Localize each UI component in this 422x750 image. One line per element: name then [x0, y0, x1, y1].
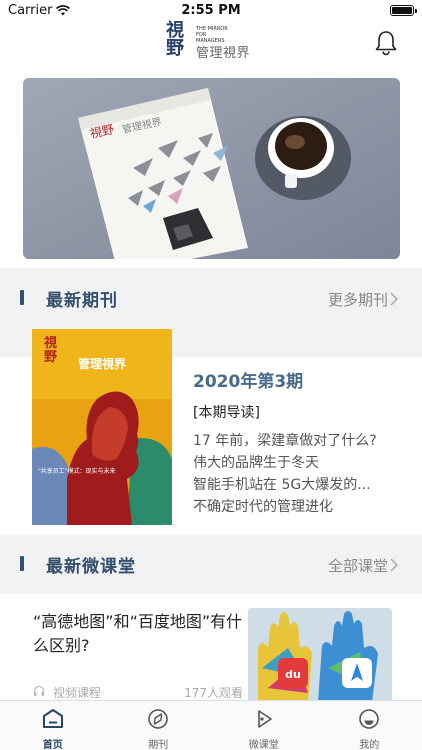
- app-logo: 視野 THE MIRROR FOR MANAGERS 管理視界: [166, 22, 262, 64]
- section-title: 最新期刊: [46, 291, 118, 311]
- hero-banner[interactable]: 視野 管理視界: [23, 78, 400, 259]
- issue-article[interactable]: 智能手机站在 5G大爆发的...: [193, 474, 403, 496]
- cover-logo-mark: 視野: [44, 336, 58, 365]
- micro-class-card[interactable]: “高德地图”和“百度地图”有什么区别? 视频课程 177人观看 du: [11, 594, 410, 702]
- class-title[interactable]: “高德地图”和“百度地图”有什么区别?: [33, 610, 243, 658]
- latest-issue-header: 最新期刊 更多期刊: [0, 276, 422, 320]
- chevron-right-icon[interactable]: [388, 557, 400, 573]
- tab-journal[interactable]: 期刊: [106, 701, 212, 750]
- class-thumbnail-image: du: [248, 608, 392, 702]
- svg-text:du: du: [285, 668, 301, 681]
- battery-icon: [390, 5, 417, 16]
- tab-micro-class[interactable]: 微课堂: [211, 701, 317, 750]
- section-marker: [20, 290, 24, 305]
- bell-icon[interactable]: [374, 30, 398, 56]
- chevron-right-icon[interactable]: [388, 291, 400, 307]
- status-bar: Carrier 2:55 PM: [0, 0, 422, 22]
- issue-title[interactable]: 2020年第3期: [193, 367, 403, 392]
- tab-home[interactable]: 首页: [0, 701, 106, 750]
- headphones-icon: [33, 685, 45, 696]
- section-marker: [20, 556, 24, 571]
- cover-logo-name: 管理視界: [78, 357, 127, 371]
- latest-class-header: 最新微课堂 全部课堂: [0, 542, 422, 586]
- latest-issue-card[interactable]: 視野 管理視界 "共享员工"模式：现实与未来 2020年第3期 [本期导读] 1…: [11, 329, 410, 535]
- clock: 2:55 PM: [181, 3, 241, 18]
- class-thumbnail[interactable]: du: [248, 608, 392, 702]
- section-title: 最新微课堂: [46, 557, 136, 577]
- class-views: 177人观看: [184, 686, 243, 700]
- profile-icon: [359, 709, 380, 729]
- class-type: 视频课程: [53, 686, 102, 700]
- journal-icon: [148, 709, 169, 729]
- all-classes-link[interactable]: 全部课堂: [328, 555, 388, 576]
- tab-profile[interactable]: 我的: [317, 701, 422, 750]
- issue-cover[interactable]: 視野 管理視界 "共享员工"模式：现实与未来: [32, 329, 172, 525]
- cover-tagline: "共享员工"模式：现实与未来: [38, 468, 116, 475]
- issue-article[interactable]: 伟大的品牌生于冬天: [193, 452, 403, 474]
- play-icon: [257, 710, 272, 728]
- issue-info: 2020年第3期 [本期导读] 17 年前，梁建章做对了什么? 伟大的品牌生于冬…: [193, 367, 403, 518]
- app-header: 視野 THE MIRROR FOR MANAGERS 管理視界: [0, 22, 422, 68]
- issue-article[interactable]: 不确定时代的管理进化: [193, 496, 403, 518]
- issue-article[interactable]: 17 年前，梁建章做对了什么?: [193, 430, 403, 452]
- section-spacer: [0, 586, 422, 594]
- logo-name: 管理視界: [196, 46, 251, 61]
- tab-bar: 首页 期刊 微课堂 我的: [0, 700, 422, 750]
- more-issues-link[interactable]: 更多期刊: [328, 289, 388, 310]
- issue-guide-label: [本期导读]: [193, 405, 260, 421]
- magazine-banner-image: 視野 管理視界: [23, 78, 400, 259]
- logo-mark: 視野: [166, 20, 184, 59]
- home-icon: [42, 709, 63, 728]
